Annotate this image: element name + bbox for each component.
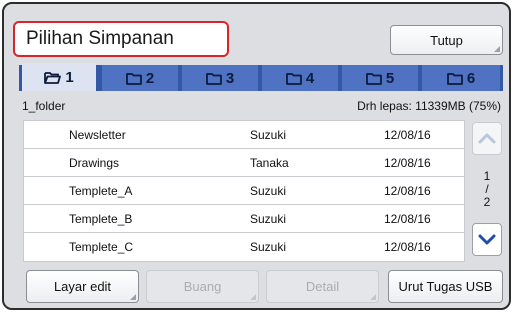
detail-label: Detail bbox=[305, 279, 340, 294]
total-pages: 2 bbox=[483, 195, 491, 209]
file-name: Templete_B bbox=[69, 212, 133, 226]
delete-label: Buang bbox=[183, 279, 222, 294]
file-date: 12/08/16 bbox=[384, 156, 431, 170]
edit-screen-button[interactable]: Layar edit bbox=[26, 270, 139, 303]
file-name: Drawings bbox=[69, 156, 120, 170]
storage-selection-dialog: Pilihan Simpanan Tutup 1 2 3 4 5 6 1_fol… bbox=[2, 2, 511, 310]
tab-label: 3 bbox=[225, 69, 235, 87]
tab-label: 2 bbox=[145, 69, 155, 87]
usb-job-sort-button[interactable]: Urut Tugas USB bbox=[388, 270, 503, 303]
page-indicator: 1 / 2 bbox=[472, 170, 502, 209]
list-item[interactable]: Templete_C Suzuki 12/08/16 bbox=[24, 233, 464, 260]
tab-folder-4[interactable]: 4 bbox=[262, 65, 338, 91]
close-button-label: Tutup bbox=[430, 32, 463, 48]
open-folder-icon bbox=[44, 71, 62, 84]
tab-label: 5 bbox=[385, 69, 395, 87]
list-item[interactable]: Templete_A Suzuki 12/08/16 bbox=[24, 177, 464, 205]
list-item[interactable]: Newsletter Suzuki 12/08/16 bbox=[24, 121, 464, 149]
file-date: 12/08/16 bbox=[384, 128, 431, 142]
file-owner: Tanaka bbox=[250, 156, 289, 170]
folder-icon bbox=[446, 72, 463, 85]
delete-button[interactable]: Buang bbox=[146, 270, 259, 303]
folder-icon bbox=[205, 72, 222, 85]
edit-screen-label: Layar edit bbox=[53, 279, 112, 294]
file-name: Templete_C bbox=[69, 240, 134, 254]
tab-label: 6 bbox=[466, 69, 476, 87]
title-box: Pilihan Simpanan bbox=[13, 21, 229, 57]
corner-mark bbox=[494, 46, 500, 52]
file-list: Newsletter Suzuki 12/08/16 Drawings Tana… bbox=[23, 120, 465, 262]
file-name: Newsletter bbox=[69, 128, 126, 142]
folder-icon bbox=[125, 72, 142, 85]
chevron-up-icon bbox=[478, 133, 496, 144]
tab-folder-5[interactable]: 5 bbox=[342, 65, 418, 91]
file-owner: Suzuki bbox=[250, 212, 287, 226]
tab-folder-2[interactable]: 2 bbox=[102, 65, 178, 91]
folder-icon bbox=[285, 72, 302, 85]
file-date: 12/08/16 bbox=[384, 184, 431, 198]
corner-mark bbox=[250, 294, 256, 300]
folder-tab-bar: 1 2 3 4 5 6 bbox=[19, 63, 503, 91]
scroll-up-button[interactable] bbox=[472, 122, 502, 155]
folder-icon bbox=[365, 72, 382, 85]
file-name: Templete_A bbox=[69, 184, 133, 198]
page-title: Pilihan Simpanan bbox=[26, 28, 174, 49]
list-item[interactable]: Drawings Tanaka 12/08/16 bbox=[24, 149, 464, 177]
corner-mark bbox=[130, 294, 136, 300]
file-owner: Suzuki bbox=[250, 184, 287, 198]
list-scrollbar: 1 / 2 bbox=[472, 120, 502, 260]
tab-label: 4 bbox=[305, 69, 315, 87]
file-date: 12/08/16 bbox=[384, 212, 431, 226]
scroll-down-button[interactable] bbox=[472, 223, 502, 256]
list-item[interactable]: Templete_B Suzuki 12/08/16 bbox=[24, 205, 464, 233]
detail-button[interactable]: Detail bbox=[266, 270, 379, 303]
file-date: 12/08/16 bbox=[384, 240, 431, 254]
chevron-down-icon bbox=[478, 234, 496, 245]
file-owner: Suzuki bbox=[250, 240, 287, 254]
close-button[interactable]: Tutup bbox=[390, 25, 503, 55]
file-owner: Suzuki bbox=[250, 128, 287, 142]
free-space-readout: Drh lepas: 11339MB (75%) bbox=[357, 99, 501, 113]
folder-name: 1_folder bbox=[22, 99, 66, 113]
usb-job-sort-label: Urut Tugas USB bbox=[398, 279, 493, 294]
corner-mark bbox=[370, 294, 376, 300]
tab-folder-6[interactable]: 6 bbox=[422, 65, 500, 91]
tab-label: 1 bbox=[65, 68, 74, 86]
tab-folder-3[interactable]: 3 bbox=[182, 65, 258, 91]
tab-folder-1[interactable]: 1 bbox=[22, 63, 96, 91]
